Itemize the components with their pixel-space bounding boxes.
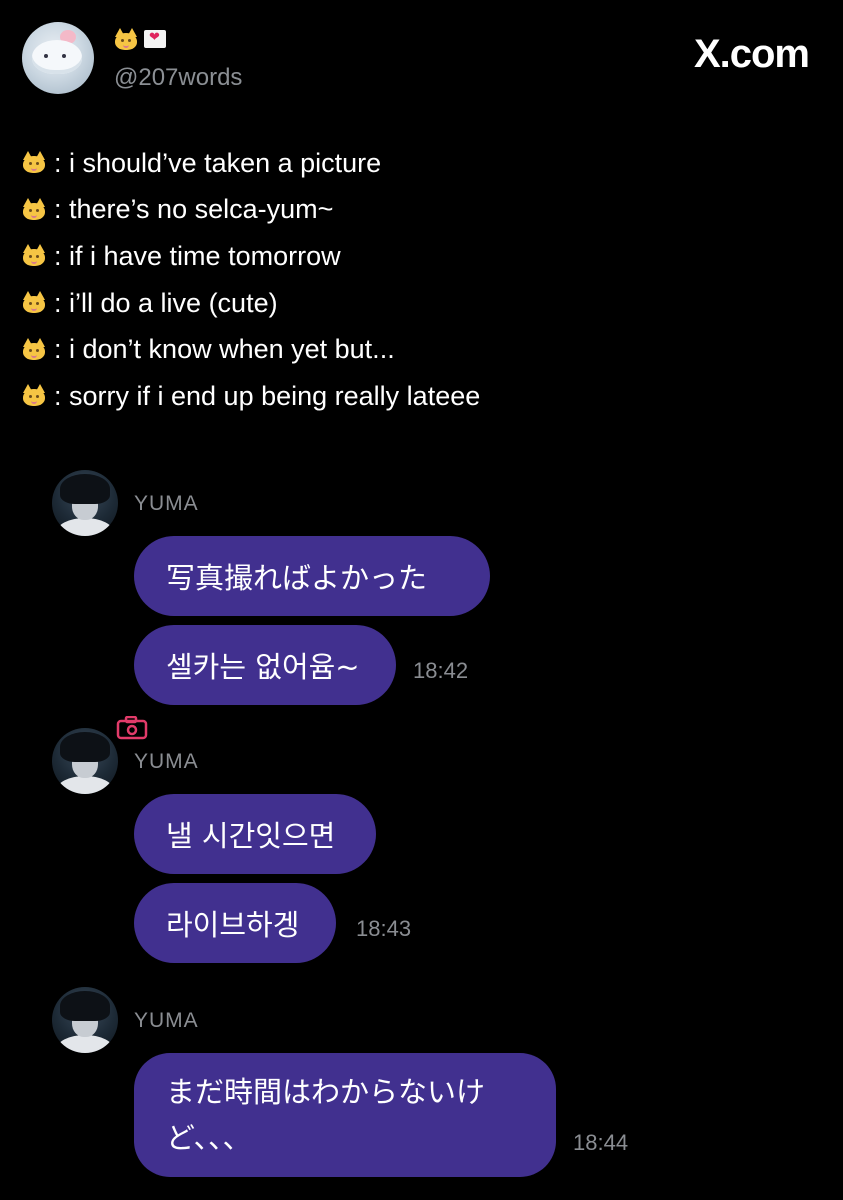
- message-text: 낼 시간잇으면: [166, 819, 336, 853]
- tweet-line: : i should’ve taken a picture: [22, 140, 822, 187]
- profile-avatar[interactable]: [22, 22, 94, 94]
- tweet-line: : if i have time tomorrow: [22, 233, 822, 280]
- tweet-line-text: : i’ll do a live (cute): [54, 287, 278, 318]
- message-text-line: ど、、、: [166, 1121, 252, 1155]
- cat-emoji-icon: [22, 244, 46, 267]
- tweet-body: : i should’ve taken a picture : there’s …: [22, 140, 822, 420]
- sender-avatar[interactable]: [52, 470, 118, 536]
- avatar-character: [32, 40, 82, 74]
- tweet-line-text: : sorry if i end up being really lateee: [54, 380, 481, 411]
- heart-letter-icon: [144, 30, 166, 48]
- camera-icon: [116, 716, 148, 740]
- cat-emoji-icon: [22, 291, 46, 314]
- sender-name: YUMA: [134, 1009, 199, 1032]
- tweet-line-text: : i should’ve taken a picture: [54, 147, 382, 178]
- message-bubble[interactable]: 낼 시간잇으면: [134, 794, 376, 874]
- tweet-line-text: : if i have time tomorrow: [54, 240, 341, 271]
- message-timestamp: 18:44: [573, 1130, 629, 1155]
- message-text-line: まだ時間はわからないけ: [166, 1075, 486, 1109]
- display-name[interactable]: [114, 28, 166, 50]
- message-timestamp: 18:42: [413, 658, 469, 683]
- message-bubble[interactable]: 라이브하겡: [134, 883, 336, 963]
- tweet-line: : i’ll do a live (cute): [22, 280, 822, 327]
- cat-emoji-icon: [22, 384, 46, 407]
- avatar-eye: [44, 54, 48, 58]
- user-handle[interactable]: @207words: [114, 64, 242, 92]
- message-bubble[interactable]: 写真撮ればよかった: [134, 536, 490, 616]
- sender-avatar[interactable]: [52, 728, 118, 794]
- message-bubble[interactable]: 셀카는 없어윰~: [134, 625, 396, 705]
- sender-name: YUMA: [134, 750, 199, 773]
- message-timestamp: 18:43: [356, 916, 412, 941]
- sender-name: YUMA: [134, 492, 199, 515]
- cat-emoji-icon: [22, 197, 46, 220]
- message-bubble[interactable]: まだ時間はわからないけ ど、、、: [134, 1053, 556, 1177]
- message-text: 라이브하겡: [166, 908, 300, 942]
- avatar-eye: [62, 54, 66, 58]
- cat-emoji-icon: [22, 337, 46, 360]
- tweet-line-text: : there’s no selca-yum~: [54, 194, 334, 225]
- message-text: 写真撮ればよかった: [166, 561, 428, 595]
- tweet-line: : sorry if i end up being really lateee: [22, 373, 822, 420]
- sender-avatar[interactable]: [52, 987, 118, 1053]
- tweet-line: : i don’t know when yet but...: [22, 326, 822, 373]
- cat-emoji-icon: [22, 151, 46, 174]
- cat-emoji-icon: [114, 28, 138, 50]
- tweet-header: @207words X.com: [22, 22, 822, 102]
- tweet-line: : there’s no selca-yum~: [22, 187, 822, 234]
- message-text: 셀카는 없어윰~: [166, 650, 360, 684]
- x-logo: X.com: [693, 32, 810, 76]
- tweet-line-text: : i don’t know when yet but...: [54, 334, 395, 365]
